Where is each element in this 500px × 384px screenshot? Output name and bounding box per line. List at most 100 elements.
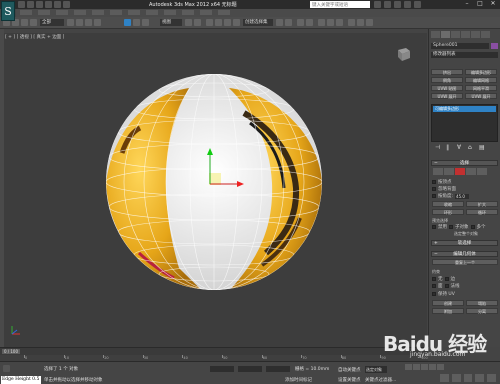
menu-tools[interactable] bbox=[38, 10, 50, 15]
viewcube-icon[interactable] bbox=[394, 46, 412, 62]
configure-sets-icon[interactable]: ▤ bbox=[479, 145, 486, 151]
select-by-name-icon[interactable] bbox=[76, 19, 83, 26]
modifier-button-8[interactable]: UVW 展开 bbox=[465, 93, 497, 99]
ignore-backfacing-checkbox[interactable] bbox=[432, 187, 436, 191]
key-filters-button[interactable]: 关键点过滤器... bbox=[365, 377, 396, 383]
angle-snap-icon[interactable] bbox=[215, 19, 222, 26]
menu-help[interactable] bbox=[218, 10, 230, 15]
menu-edit[interactable] bbox=[20, 10, 32, 15]
grow-button[interactable]: 扩大 bbox=[466, 201, 498, 207]
ignore-backfacing-option[interactable]: 忽略背面 bbox=[432, 186, 456, 192]
tab-display[interactable] bbox=[471, 31, 480, 38]
menu-group[interactable] bbox=[56, 10, 68, 15]
perspective-viewport[interactable] bbox=[4, 33, 427, 347]
rendered-frame-window-icon[interactable] bbox=[357, 19, 364, 26]
time-slider[interactable]: 0 / 100 bbox=[2, 349, 20, 354]
modifier-button-5[interactable]: UVW 贴图 bbox=[431, 85, 463, 91]
menu-maxscript[interactable] bbox=[200, 10, 212, 15]
go-to-end-icon[interactable] bbox=[437, 364, 444, 370]
show-end-result-icon[interactable]: ∥ bbox=[446, 145, 453, 151]
zoom-all-icon[interactable] bbox=[451, 374, 461, 382]
detach-button[interactable]: 分离 bbox=[466, 308, 498, 314]
shrink-button[interactable]: 收缩 bbox=[432, 201, 464, 207]
favorites-icon[interactable] bbox=[404, 1, 411, 8]
maxscript-listener[interactable]: Edge Height 0.5 bbox=[1, 376, 41, 384]
search-input[interactable] bbox=[310, 1, 370, 8]
x-coordinate-field[interactable] bbox=[210, 366, 234, 372]
binoculars-icon[interactable] bbox=[374, 1, 381, 8]
spinner-snap-icon[interactable] bbox=[233, 19, 240, 26]
tab-hierarchy[interactable] bbox=[451, 31, 460, 38]
loop-button[interactable]: 循环 bbox=[466, 209, 498, 215]
select-object-icon[interactable] bbox=[67, 19, 74, 26]
select-and-scale-icon[interactable] bbox=[142, 19, 149, 26]
vertex-level-icon[interactable] bbox=[433, 168, 443, 175]
collapse-button[interactable]: 塌陷 bbox=[466, 300, 498, 306]
modifier-button-6[interactable]: 网格平滑 bbox=[465, 85, 497, 91]
constraint-normal-radio[interactable] bbox=[444, 284, 449, 288]
preview-multi-radio[interactable] bbox=[470, 225, 475, 229]
preserve-uvs-option[interactable]: 保持 UV bbox=[432, 291, 455, 297]
remove-modifier-icon[interactable]: ⌂ bbox=[468, 145, 475, 151]
edge-level-icon[interactable] bbox=[444, 168, 454, 175]
hold-icon[interactable] bbox=[63, 1, 70, 8]
soft-selection-rollout-header[interactable]: + 软选择 bbox=[431, 240, 498, 246]
menu-customize[interactable] bbox=[182, 10, 194, 15]
menu-rendering[interactable] bbox=[164, 10, 176, 15]
mirror-icon[interactable] bbox=[276, 19, 283, 26]
selection-filter-dropdown[interactable]: 全部 bbox=[40, 19, 64, 26]
modifier-button-2[interactable]: 编辑多边形 bbox=[465, 69, 497, 75]
preview-disabled-radio[interactable] bbox=[432, 225, 436, 229]
menu-animation[interactable] bbox=[128, 10, 140, 15]
by-vertex-checkbox[interactable] bbox=[432, 180, 436, 184]
selected-dropdown[interactable]: 选定对象 bbox=[365, 366, 387, 373]
constraint-edge-radio[interactable] bbox=[444, 277, 449, 281]
redo-icon[interactable] bbox=[54, 1, 61, 8]
reference-coordinate-dropdown[interactable]: 视图 bbox=[160, 19, 182, 26]
selection-rollout-header[interactable]: − 选择 bbox=[431, 160, 498, 166]
app-logo-icon[interactable]: S bbox=[1, 1, 15, 21]
viewport-label[interactable]: [ + ] [ 透视 ] [ 真实 + 边面 ] bbox=[5, 34, 64, 40]
tab-create[interactable] bbox=[431, 31, 440, 38]
polygon-level-icon[interactable] bbox=[466, 168, 476, 175]
align-icon[interactable] bbox=[285, 19, 292, 26]
select-manipulate-icon[interactable] bbox=[194, 19, 201, 26]
maximize-viewport-icon[interactable] bbox=[487, 374, 496, 382]
play-icon[interactable] bbox=[421, 364, 428, 370]
undo-icon[interactable] bbox=[45, 1, 52, 8]
maximize-button[interactable]: □ bbox=[475, 0, 485, 8]
menu-graph-editors[interactable] bbox=[146, 10, 158, 15]
constraint-face-radio[interactable] bbox=[432, 284, 436, 288]
tab-motion[interactable] bbox=[461, 31, 470, 38]
preserve-uvs-checkbox[interactable] bbox=[432, 292, 436, 296]
zoom-icon[interactable] bbox=[440, 374, 449, 382]
select-and-move-icon[interactable] bbox=[124, 19, 131, 26]
by-angle-spinner[interactable]: 45.0 bbox=[455, 193, 470, 199]
object-color-swatch[interactable] bbox=[491, 43, 498, 49]
preview-subobject-radio[interactable] bbox=[449, 225, 453, 229]
modifier-button-3[interactable]: 倒角 bbox=[431, 77, 463, 83]
add-time-tag-button[interactable]: 添加时间标记 bbox=[285, 377, 312, 383]
attach-button[interactable]: 附加 bbox=[432, 308, 464, 314]
graphite-toggle-icon[interactable] bbox=[306, 19, 313, 26]
minimize-button[interactable]: – bbox=[462, 0, 472, 8]
ring-button[interactable]: 环形 bbox=[432, 209, 464, 215]
window-crossing-icon[interactable] bbox=[94, 19, 101, 26]
pin-stack-icon[interactable]: ⊣ bbox=[435, 145, 442, 151]
element-level-icon[interactable] bbox=[477, 168, 487, 175]
named-selection-set-dropdown[interactable]: 创建选择集 bbox=[243, 19, 273, 26]
border-level-icon[interactable] bbox=[455, 168, 465, 175]
create-button[interactable]: 创建 bbox=[432, 300, 464, 306]
timeline[interactable]: 0 / 100 0 10 20 30 40 50 60 70 80 90 100 bbox=[0, 347, 428, 361]
lock-selection-icon[interactable] bbox=[3, 365, 10, 372]
material-editor-icon[interactable] bbox=[336, 19, 343, 26]
snaps-toggle-icon[interactable] bbox=[206, 19, 213, 26]
select-and-rotate-icon[interactable] bbox=[133, 19, 140, 26]
subscription-icon[interactable] bbox=[384, 1, 391, 8]
tab-utilities[interactable] bbox=[481, 31, 490, 38]
close-button[interactable]: ✕ bbox=[488, 0, 498, 8]
unlink-icon[interactable] bbox=[30, 19, 37, 26]
pivot-center-icon[interactable] bbox=[185, 19, 192, 26]
modifier-button-1[interactable]: 挤出 bbox=[431, 69, 463, 75]
help-icon[interactable] bbox=[414, 1, 421, 8]
